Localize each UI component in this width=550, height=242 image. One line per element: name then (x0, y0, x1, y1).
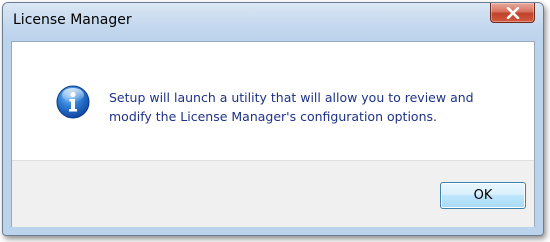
title-bar[interactable]: License Manager (3, 3, 543, 41)
button-bar: OK (12, 160, 534, 227)
ok-button[interactable]: OK (440, 182, 526, 209)
message-area: Setup will launch a utility that will al… (12, 42, 534, 160)
close-button[interactable] (490, 3, 535, 23)
dialog-content: Setup will launch a utility that will al… (11, 41, 535, 227)
dialog-message: Setup will launch a utility that will al… (109, 90, 474, 124)
close-icon (506, 6, 519, 19)
dialog-window: License Manager Setup will launch a util… (2, 2, 544, 236)
info-icon (56, 85, 90, 119)
window-title: License Manager (13, 12, 132, 28)
